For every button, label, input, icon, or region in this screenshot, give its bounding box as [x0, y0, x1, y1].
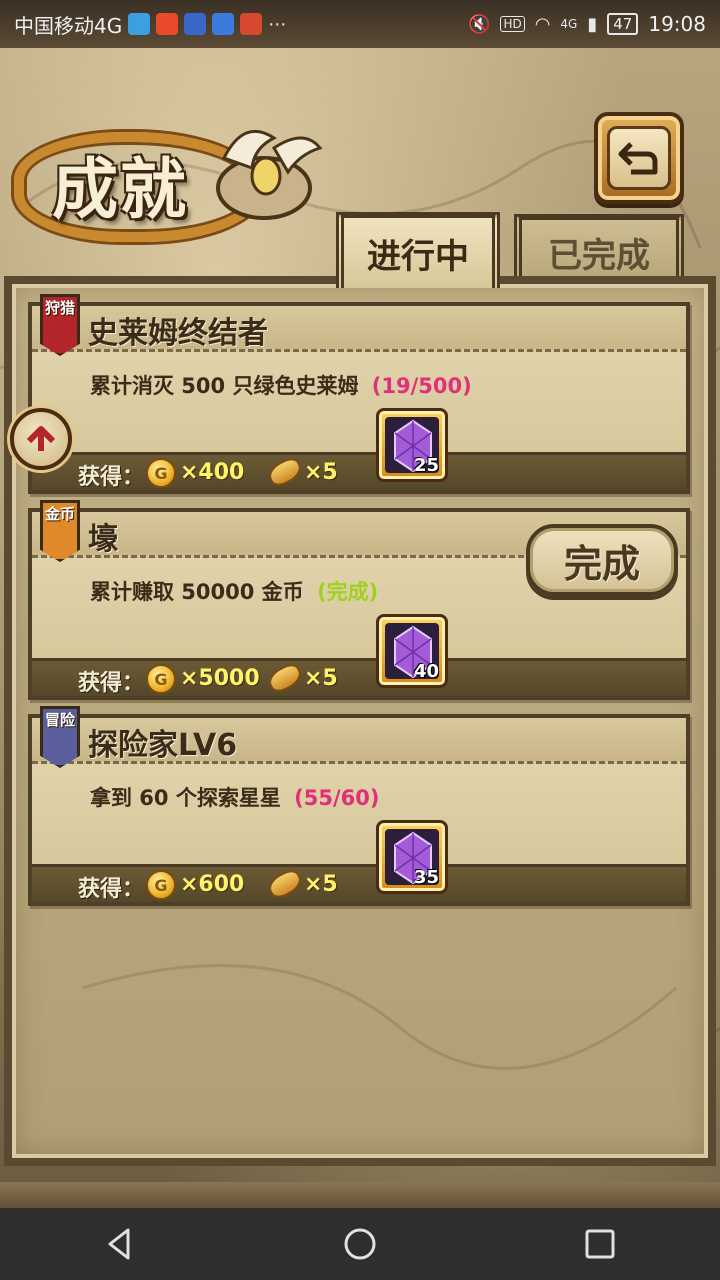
achievement-card: 狩猎 史莱姆终结者 累计消灭 500 只绿色史莱姆 (19/500) 获得： G… — [28, 294, 690, 494]
coin-reward: ×400 — [180, 460, 245, 485]
back-arrow-icon — [618, 142, 658, 175]
nav-home-icon[interactable] — [342, 1226, 378, 1262]
nav-recents-icon[interactable] — [582, 1226, 618, 1262]
status-bar: 中国移动4G ⋯ 🔇 HD ◠ 4G ▮ 47 19:08 — [0, 0, 720, 48]
bread-reward: ×5 — [304, 872, 338, 897]
system-nav-bar — [0, 1208, 720, 1280]
progress-text: (55/60) — [294, 786, 380, 810]
coin-icon: G — [146, 870, 176, 900]
status-left: 中国移动4G ⋯ — [14, 10, 286, 39]
description-text: 累计消灭 500 只绿色史莱姆 — [90, 374, 359, 398]
achievements-logo: 成就 — [14, 112, 323, 252]
gem-count: 40 — [413, 661, 439, 682]
game-app-icon — [240, 13, 263, 35]
progress-text: (完成) — [317, 580, 379, 604]
bread-reward: ×5 — [304, 460, 338, 485]
gem-reward-box: 25 — [376, 408, 448, 482]
app-notification-icon — [128, 13, 151, 35]
reward-label: 获得： — [78, 671, 145, 696]
description-text: 拿到 60 个探索星星 — [90, 786, 281, 810]
category-ribbon: 金币 — [40, 500, 80, 562]
signal-icon: ▮ — [587, 13, 598, 35]
clock: 19:08 — [648, 12, 706, 36]
achievement-card: 金币 壕 累计赚取 50000 金币 (完成) 获得： G ×5000 ×5 4… — [28, 500, 690, 700]
status-right: 🔇 HD ◠ 4G ▮ 47 19:08 — [468, 12, 706, 36]
coin-reward: ×5000 — [180, 666, 260, 691]
reward-bar: 获得： G ×600 ×5 — [32, 864, 686, 902]
mute-icon: 🔇 — [468, 13, 491, 35]
wifi-icon: ◠ — [534, 13, 551, 35]
coin-icon: G — [146, 664, 176, 694]
bread-reward: ×5 — [304, 666, 338, 691]
tab-completed[interactable]: 已完成 — [514, 214, 684, 284]
coin-reward: ×600 — [180, 872, 245, 897]
carrier-label: 中国移动4G — [14, 13, 123, 38]
back-button[interactable] — [594, 112, 684, 204]
achievement-name: 史莱姆终结者 — [88, 316, 268, 351]
lock-app-icon — [184, 13, 207, 35]
network-type: 4G — [560, 17, 578, 31]
gem-reward-box: 35 — [376, 820, 448, 894]
bread-icon — [264, 660, 306, 696]
page-title: 成就 — [52, 151, 188, 228]
category-ribbon: 狩猎 — [40, 294, 80, 356]
description-text: 累计赚取 50000 金币 — [90, 580, 304, 604]
gem-count: 35 — [413, 867, 439, 888]
coin-icon: G — [146, 458, 176, 488]
video-app-icon — [156, 13, 179, 35]
more-dots-icon: ⋯ — [268, 13, 287, 35]
side-menu-button[interactable] — [10, 408, 72, 470]
reward-label: 获得： — [78, 877, 145, 902]
achievement-card: 冒险 探险家LV6 拿到 60 个探索星星 (55/60) 获得： G ×600… — [28, 706, 690, 906]
reward-bar: 获得： G ×400 ×5 — [32, 452, 686, 490]
progress-text: (19/500) — [371, 374, 472, 398]
reward-bar: 获得： G ×5000 ×5 — [32, 658, 686, 696]
side-menu-icon — [26, 426, 56, 451]
achievement-description: 累计消灭 500 只绿色史莱姆 (19/500) — [90, 370, 472, 400]
achievement-description: 累计赚取 50000 金币 (完成) — [90, 576, 378, 606]
battery-indicator: 47 — [607, 13, 639, 35]
hd-icon: HD — [500, 16, 525, 32]
reward-label: 获得： — [78, 465, 145, 490]
category-ribbon: 冒险 — [40, 706, 80, 768]
achievement-name: 壕 — [88, 522, 118, 557]
bottom-edge — [0, 1182, 720, 1210]
gem-count: 25 — [413, 455, 439, 476]
bread-icon — [264, 454, 306, 490]
achievement-description: 拿到 60 个探索星星 (55/60) — [90, 782, 379, 812]
claim-complete-button[interactable]: 完成 — [526, 524, 678, 596]
bread-icon — [264, 866, 306, 902]
nav-back-icon[interactable] — [102, 1226, 138, 1262]
paw-app-icon — [212, 13, 235, 35]
back-button-face — [607, 126, 671, 190]
winged-egg-icon — [216, 129, 323, 220]
gem-reward-box: 40 — [376, 614, 448, 688]
achievement-name: 探险家LV6 — [88, 728, 238, 763]
tab-in-progress[interactable]: 进行中 — [336, 212, 500, 288]
